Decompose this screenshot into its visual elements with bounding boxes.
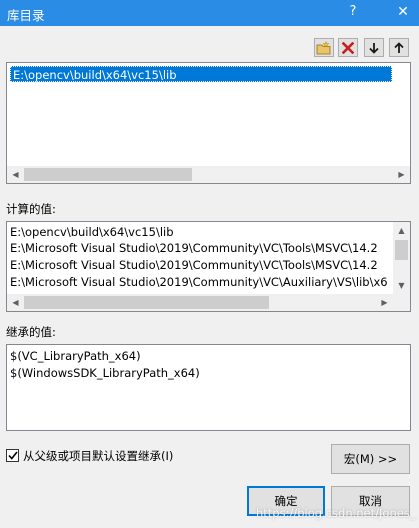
- scroll-left-icon[interactable]: ◀: [7, 294, 24, 311]
- list-item: E:\Microsoft Visual Studio\2019\Communit…: [10, 258, 378, 272]
- delete-button[interactable]: [338, 38, 358, 57]
- inherit-checkbox[interactable]: [6, 449, 19, 462]
- inherited-label: 继承的值:: [6, 325, 56, 339]
- scroll-corner: [393, 294, 410, 311]
- list-item[interactable]: E:\opencv\build\x64\vc15\lib: [10, 66, 392, 82]
- horizontal-scrollbar[interactable]: ◀ ▶: [7, 166, 410, 183]
- delete-x-icon: [342, 41, 354, 54]
- list-item: E:\Microsoft Visual Studio\2019\Communit…: [10, 241, 378, 255]
- vertical-scrollbar[interactable]: ▲ ▼: [393, 222, 410, 294]
- scroll-thumb[interactable]: [24, 296, 269, 309]
- ok-button[interactable]: 确定: [247, 486, 325, 516]
- close-button[interactable]: ✕: [395, 3, 411, 21]
- window-title: 库目录: [7, 8, 45, 23]
- cancel-button[interactable]: 取消: [331, 486, 410, 516]
- move-up-button[interactable]: [389, 38, 409, 57]
- scroll-down-icon[interactable]: ▼: [393, 277, 410, 294]
- horizontal-scrollbar[interactable]: ◀ ▶: [7, 294, 393, 311]
- scroll-thumb[interactable]: [24, 168, 192, 181]
- list-item: E:\opencv\build\x64\vc15\lib: [10, 225, 174, 239]
- list-item: $(WindowsSDK_LibraryPath_x64): [10, 366, 200, 380]
- move-down-button[interactable]: [364, 38, 384, 57]
- arrow-down-icon: [369, 42, 379, 54]
- help-button[interactable]: ?: [346, 3, 360, 21]
- scroll-left-icon[interactable]: ◀: [7, 166, 24, 183]
- evaluated-label: 计算的值:: [6, 202, 56, 216]
- arrow-up-icon: [394, 41, 404, 54]
- scroll-right-icon[interactable]: ▶: [376, 294, 393, 311]
- checkmark-icon: [7, 449, 18, 463]
- scroll-up-icon[interactable]: ▲: [393, 222, 410, 239]
- new-line-button[interactable]: [314, 38, 334, 57]
- title-bar: 库目录 ? ✕: [0, 0, 419, 26]
- new-folder-icon: [316, 40, 332, 55]
- macros-button[interactable]: 宏(M) >>: [331, 444, 410, 474]
- scroll-right-icon[interactable]: ▶: [393, 166, 410, 183]
- inherit-checkbox-label[interactable]: 从父级或项目默认设置继承(I): [23, 448, 173, 464]
- list-item: E:\Microsoft Visual Studio\2019\Communit…: [10, 275, 388, 289]
- evaluated-values-list: E:\opencv\build\x64\vc15\lib E:\Microsof…: [6, 221, 411, 312]
- scroll-thumb[interactable]: [395, 240, 408, 260]
- list-item: $(VC_LibraryPath_x64): [10, 349, 141, 363]
- inherited-values-list: $(VC_LibraryPath_x64) $(WindowsSDK_Libra…: [6, 344, 411, 431]
- path-editor-list[interactable]: E:\opencv\build\x64\vc15\lib ◀ ▶: [6, 62, 411, 184]
